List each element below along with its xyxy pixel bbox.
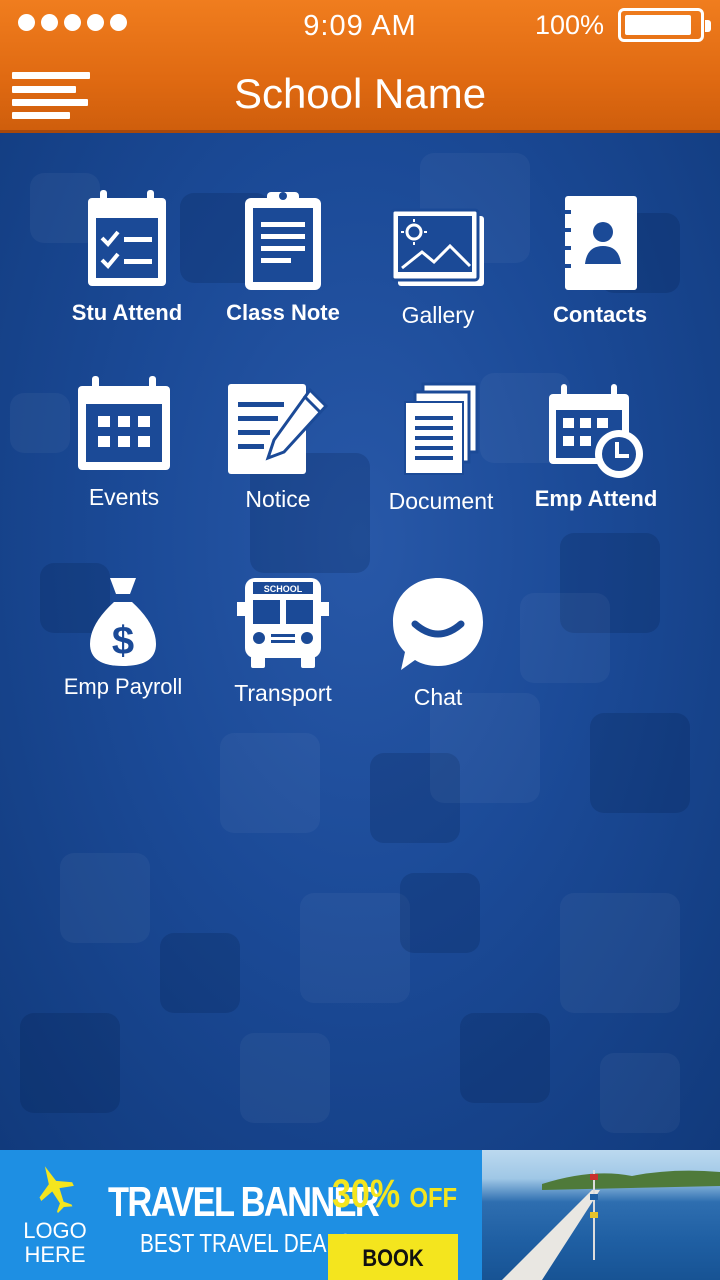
gallery-image-icon: [390, 208, 484, 286]
travel-banner-ad[interactable]: LOGO HERE TRAVEL BANNER BEST TRAVEL DEAL…: [0, 1150, 720, 1280]
status-bar: 9:09 AM 100%: [0, 0, 720, 52]
attendance-checklist-icon: [88, 190, 166, 286]
tile-label: Chat: [413, 684, 463, 710]
tile-label: Events: [88, 484, 160, 510]
calendar-clock-icon: [549, 384, 643, 478]
bus-sign-text: SCHOOL: [264, 584, 303, 594]
tile-label: Emp Attend: [534, 486, 658, 511]
logo-line-1: LOGO: [23, 1218, 87, 1243]
tile-label: Transport: [234, 680, 332, 706]
book-now-button[interactable]: BOOK NOW: [328, 1234, 458, 1280]
boat-scene-illustration: [502, 1170, 720, 1280]
boat-ocean-photo: [482, 1150, 720, 1280]
money-bag-icon: $: [90, 578, 156, 666]
document-stack-icon: [404, 382, 479, 475]
tile-label: Stu Attend: [71, 300, 183, 325]
tile-emp-attend[interactable]: Emp Attend: [511, 384, 681, 512]
tile-class-note[interactable]: Class Note: [198, 188, 368, 326]
app-header: 9:09 AM 100% School Name: [0, 0, 720, 133]
svg-text:$: $: [112, 619, 134, 663]
notice-edit-icon: [228, 384, 329, 474]
tile-transport[interactable]: SCHOOL Transport: [198, 576, 368, 707]
calendar-icon: [78, 376, 170, 470]
tile-contacts[interactable]: Contacts: [515, 194, 685, 328]
page-title: School Name: [233, 70, 487, 117]
tile-events[interactable]: Events: [39, 376, 209, 511]
school-bus-icon: SCHOOL: [237, 578, 329, 668]
battery-icon: [618, 8, 711, 42]
tile-gallery[interactable]: Gallery: [353, 206, 523, 329]
airplane-icon: [39, 1166, 74, 1214]
discount-value: 30%: [332, 1172, 401, 1216]
discount-suffix: OFF: [409, 1182, 458, 1213]
banner-logo: LOGO HERE: [20, 1162, 90, 1267]
status-time: 9:09 AM: [303, 10, 417, 42]
tile-notice[interactable]: Notice: [193, 382, 363, 513]
tile-label: Contacts: [552, 302, 648, 327]
tile-label: Emp Payroll: [63, 674, 183, 699]
contact-book-icon: [561, 196, 637, 290]
tile-emp-payroll[interactable]: $ Emp Payroll: [38, 574, 208, 700]
tile-label: Class Note: [226, 300, 340, 325]
clipboard-icon: [245, 192, 321, 290]
banner-subtitle: BEST TRAVEL DEALS: [140, 1228, 352, 1258]
tile-label: Gallery: [401, 302, 475, 328]
tile-chat[interactable]: Chat: [353, 576, 523, 711]
logo-line-2: HERE: [24, 1242, 86, 1267]
battery-percentage: 100%: [534, 10, 604, 40]
tile-document[interactable]: Document: [356, 382, 526, 515]
discount-text: 30% OFF: [332, 1172, 457, 1217]
chat-bubble-icon: [393, 578, 483, 670]
tile-stu-attend[interactable]: Stu Attend: [42, 188, 212, 326]
tile-label: Document: [388, 488, 494, 514]
tile-label: Notice: [245, 486, 311, 512]
